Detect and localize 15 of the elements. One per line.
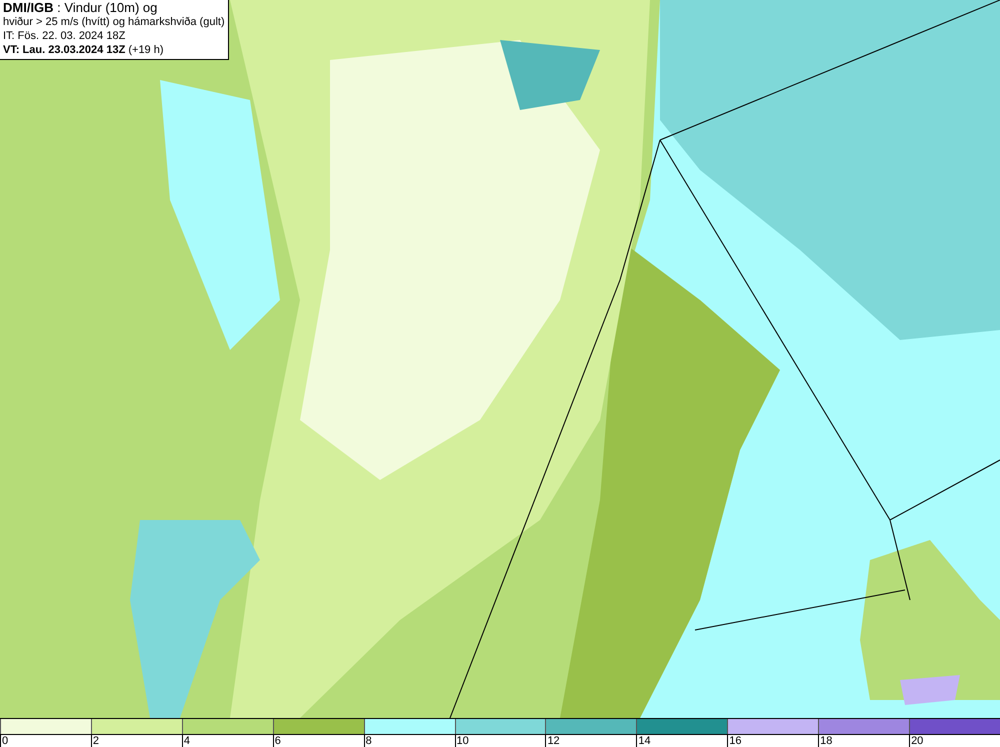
- legend-label: 20: [911, 735, 924, 747]
- legend-label: 18: [820, 735, 832, 747]
- legend-label: 0: [2, 735, 8, 747]
- legend-label: 8: [366, 735, 372, 747]
- map-info-text: hviður > 25 m/s (hvítt) og hámarkshviða (gult): [3, 15, 225, 29]
- map-info-text: VT: Lau. 23.03.2024 13Z (+19 h): [3, 43, 165, 57]
- legend-label: 12: [547, 735, 560, 747]
- legend-label: 10: [456, 735, 469, 747]
- map-info-text: IT: Fös. 22. 03. 2024 18Z: [3, 29, 126, 43]
- legend-label: 16: [729, 735, 742, 747]
- legend-label: 6: [274, 735, 281, 747]
- legend-label: 14: [638, 735, 651, 747]
- legend-label: 2: [92, 735, 100, 747]
- legend-label: 4: [184, 735, 190, 747]
- map-title: DMI/IGB : Vindur (10m) og: [3, 1, 158, 15]
